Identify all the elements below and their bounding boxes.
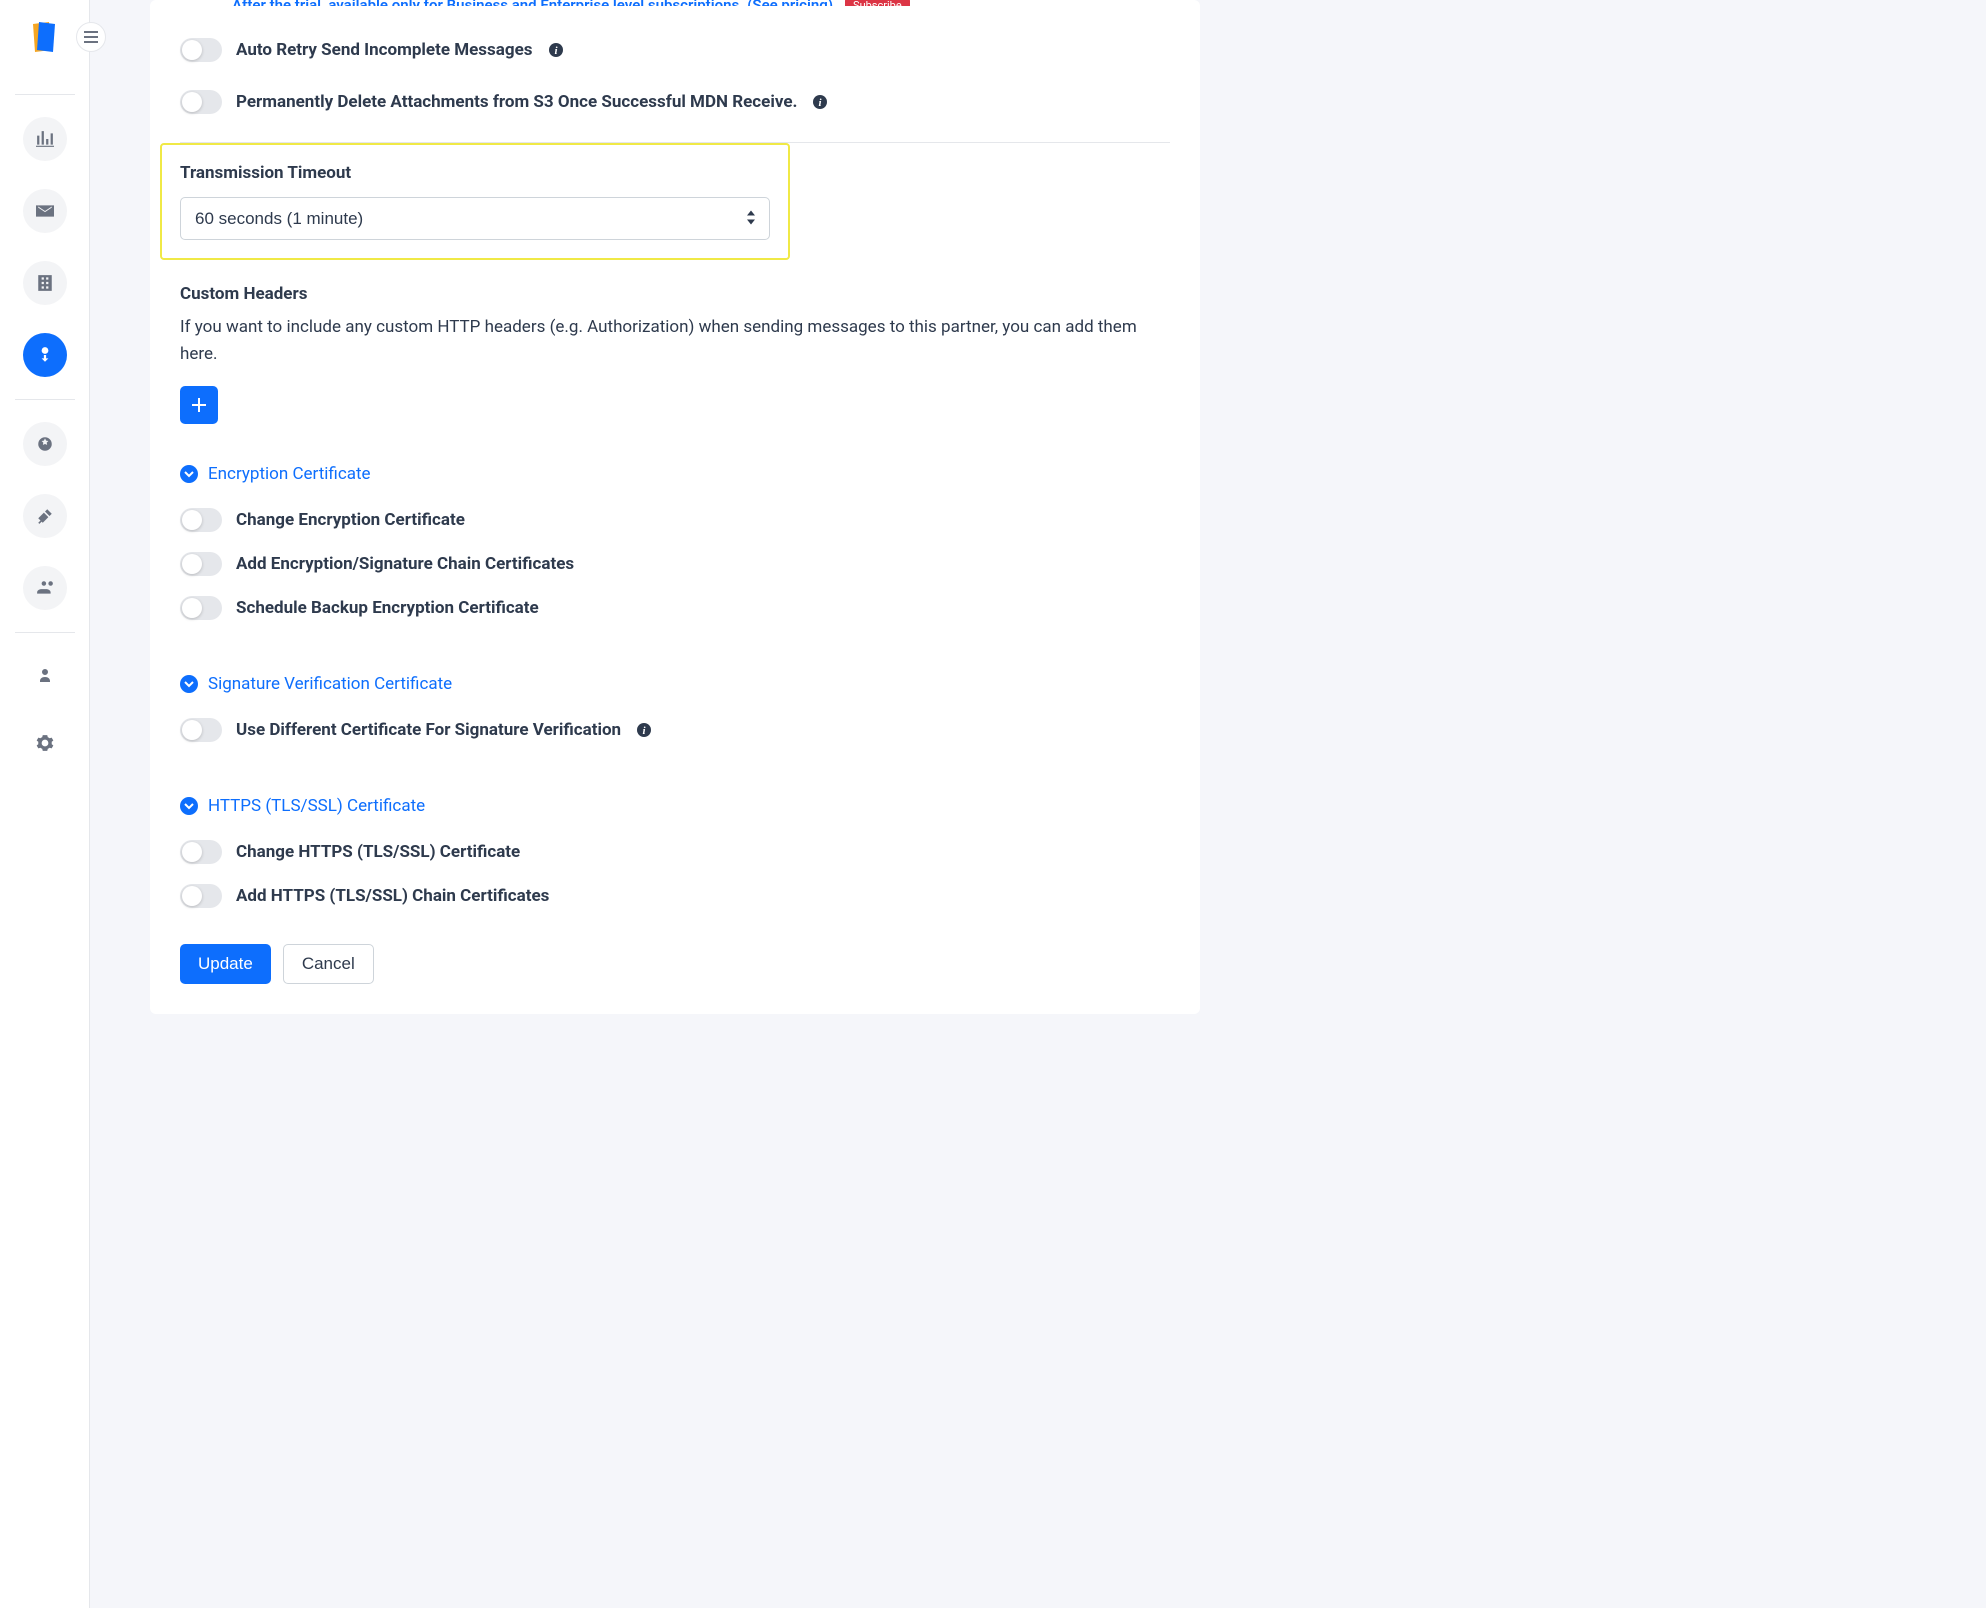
add-chain-row: Add Encryption/Signature Chain Certifica… xyxy=(180,546,1170,582)
add-https-chain-toggle[interactable] xyxy=(180,884,222,908)
hamburger-icon xyxy=(84,31,98,43)
auto-retry-row: Auto Retry Send Incomplete Messages i xyxy=(180,24,1170,76)
signature-section-title: Signature Verification Certificate xyxy=(208,674,452,694)
schedule-backup-label: Schedule Backup Encryption Certificate xyxy=(236,598,539,618)
add-chain-label: Add Encryption/Signature Chain Certifica… xyxy=(236,554,574,574)
timeout-title: Transmission Timeout xyxy=(180,163,770,183)
https-section-title: HTTPS (TLS/SSL) Certificate xyxy=(208,796,425,816)
gear-icon xyxy=(36,734,54,752)
schedule-backup-toggle[interactable] xyxy=(180,596,222,620)
nav-users[interactable] xyxy=(23,566,67,610)
action-buttons: Update Cancel xyxy=(180,944,1170,984)
transmission-timeout-section: Transmission Timeout 60 seconds (1 minut… xyxy=(160,143,790,260)
use-diff-sig-toggle[interactable] xyxy=(180,718,222,742)
delete-attachments-label: Permanently Delete Attachments from S3 O… xyxy=(236,92,797,112)
timeout-select[interactable]: 60 seconds (1 minute) xyxy=(180,197,770,240)
main-content: After the trial, available only for Busi… xyxy=(90,0,1986,1054)
chevron-down-icon xyxy=(180,797,198,815)
add-https-chain-label: Add HTTPS (TLS/SSL) Chain Certificates xyxy=(236,886,549,906)
info-icon[interactable]: i xyxy=(547,41,565,59)
add-https-chain-row: Add HTTPS (TLS/SSL) Chain Certificates xyxy=(180,878,1170,914)
menu-toggle[interactable] xyxy=(76,22,106,52)
chevron-down-icon xyxy=(180,465,198,483)
building-icon xyxy=(36,274,54,292)
users-icon xyxy=(36,579,54,597)
nav-partners[interactable] xyxy=(23,333,67,377)
nav-stations[interactable] xyxy=(23,261,67,305)
use-diff-sig-row: Use Different Certificate For Signature … xyxy=(180,704,1170,756)
signature-section-header[interactable]: Signature Verification Certificate xyxy=(180,674,1170,694)
sidebar xyxy=(0,0,90,1608)
auto-retry-toggle[interactable] xyxy=(180,38,222,62)
auto-retry-label: Auto Retry Send Incomplete Messages xyxy=(236,40,533,60)
info-icon[interactable]: i xyxy=(635,721,653,739)
nav-divider xyxy=(15,94,75,95)
chevron-down-icon xyxy=(180,675,198,693)
download-user-icon xyxy=(36,346,54,364)
use-diff-sig-label: Use Different Certificate For Signature … xyxy=(236,720,621,740)
user-icon xyxy=(37,667,53,683)
plug-icon xyxy=(36,507,54,525)
info-icon[interactable]: i xyxy=(811,93,829,111)
https-section-header[interactable]: HTTPS (TLS/SSL) Certificate xyxy=(180,796,1170,816)
change-encryption-row: Change Encryption Certificate xyxy=(180,494,1170,546)
pricing-link[interactable]: After the trial, available only for Busi… xyxy=(180,0,833,6)
update-button[interactable]: Update xyxy=(180,944,271,984)
nav-divider xyxy=(15,399,75,400)
delete-attachments-toggle[interactable] xyxy=(180,90,222,114)
settings-card: After the trial, available only for Busi… xyxy=(150,0,1200,1014)
encryption-section-header[interactable]: Encryption Certificate xyxy=(180,464,1170,484)
change-https-row: Change HTTPS (TLS/SSL) Certificate xyxy=(180,826,1170,878)
certificate-icon xyxy=(36,435,54,453)
change-encryption-toggle[interactable] xyxy=(180,508,222,532)
custom-headers-title: Custom Headers xyxy=(180,284,1170,304)
nav-messages[interactable] xyxy=(23,189,67,233)
change-encryption-label: Change Encryption Certificate xyxy=(236,510,465,530)
nav-certificates[interactable] xyxy=(23,422,67,466)
plus-icon xyxy=(192,398,206,412)
add-chain-toggle[interactable] xyxy=(180,552,222,576)
subscribe-badge[interactable]: Subscribe xyxy=(845,0,910,6)
add-header-button[interactable] xyxy=(180,386,218,424)
encryption-section-title: Encryption Certificate xyxy=(208,464,371,484)
change-https-label: Change HTTPS (TLS/SSL) Certificate xyxy=(236,842,520,862)
schedule-backup-row: Schedule Backup Encryption Certificate xyxy=(180,582,1170,634)
nav-integrations[interactable] xyxy=(23,494,67,538)
custom-headers-description: If you want to include any custom HTTP h… xyxy=(180,314,1170,368)
nav-profile[interactable] xyxy=(23,653,67,697)
nav-settings[interactable] xyxy=(23,721,67,765)
nav-divider xyxy=(15,632,75,633)
nav-dashboard[interactable] xyxy=(23,117,67,161)
chart-icon xyxy=(36,130,54,148)
delete-attachments-row: Permanently Delete Attachments from S3 O… xyxy=(180,76,1170,128)
app-logo[interactable] xyxy=(27,20,63,56)
cancel-button[interactable]: Cancel xyxy=(283,944,374,984)
envelope-icon xyxy=(36,202,54,220)
change-https-toggle[interactable] xyxy=(180,840,222,864)
